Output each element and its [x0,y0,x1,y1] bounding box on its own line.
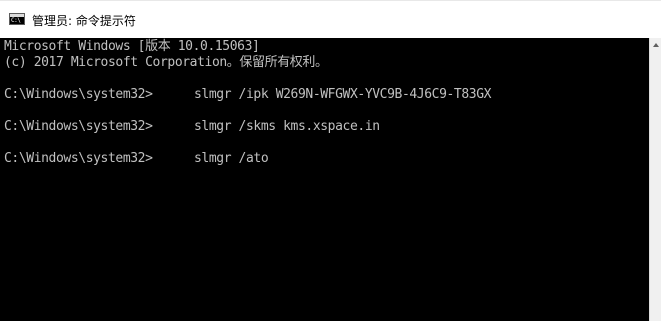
copyright-line: (c) 2017 Microsoft Corporation。保留所有权利。 [4,55,328,70]
vertical-scrollbar[interactable] [649,38,661,321]
command-text: slmgr /ipk W269N-WFGWX-YVC9B-4J6C9-T83GX [194,87,492,102]
scroll-up-arrow-icon[interactable] [650,38,661,52]
prompt-text: C:\Windows\system32> [4,87,153,102]
command-text: slmgr /ato [194,151,269,166]
command-line: C:\Windows\system32> slmgr /skms kms.xspa… [4,119,380,135]
scrollbar-track[interactable] [650,52,661,321]
command-line: C:\Windows\system32> slmgr /ipk W269N-WFG… [4,87,491,103]
window-title: 管理员: 命令提示符 [32,14,136,28]
prompt-text: C:\Windows\system32> [4,119,153,134]
title-bar[interactable]: C:\ 管理员: 命令提示符 [0,0,661,38]
console-output[interactable]: Microsoft Windows [版本 10.0.15063] (c) 20… [0,38,649,321]
cmd-icon[interactable]: C:\ [9,13,25,25]
command-prompt-window: C:\ 管理员: 命令提示符 Microsoft Windows [版本 10.… [0,0,661,321]
cmd-icon-glyph: C:\ [11,17,21,24]
command-text: slmgr /skms kms.xspace.in [194,119,380,134]
version-line: Microsoft Windows [版本 10.0.15063] [4,39,260,54]
command-line: C:\Windows\system32> slmgr /ato [4,151,269,167]
prompt-text: C:\Windows\system32> [4,151,153,166]
